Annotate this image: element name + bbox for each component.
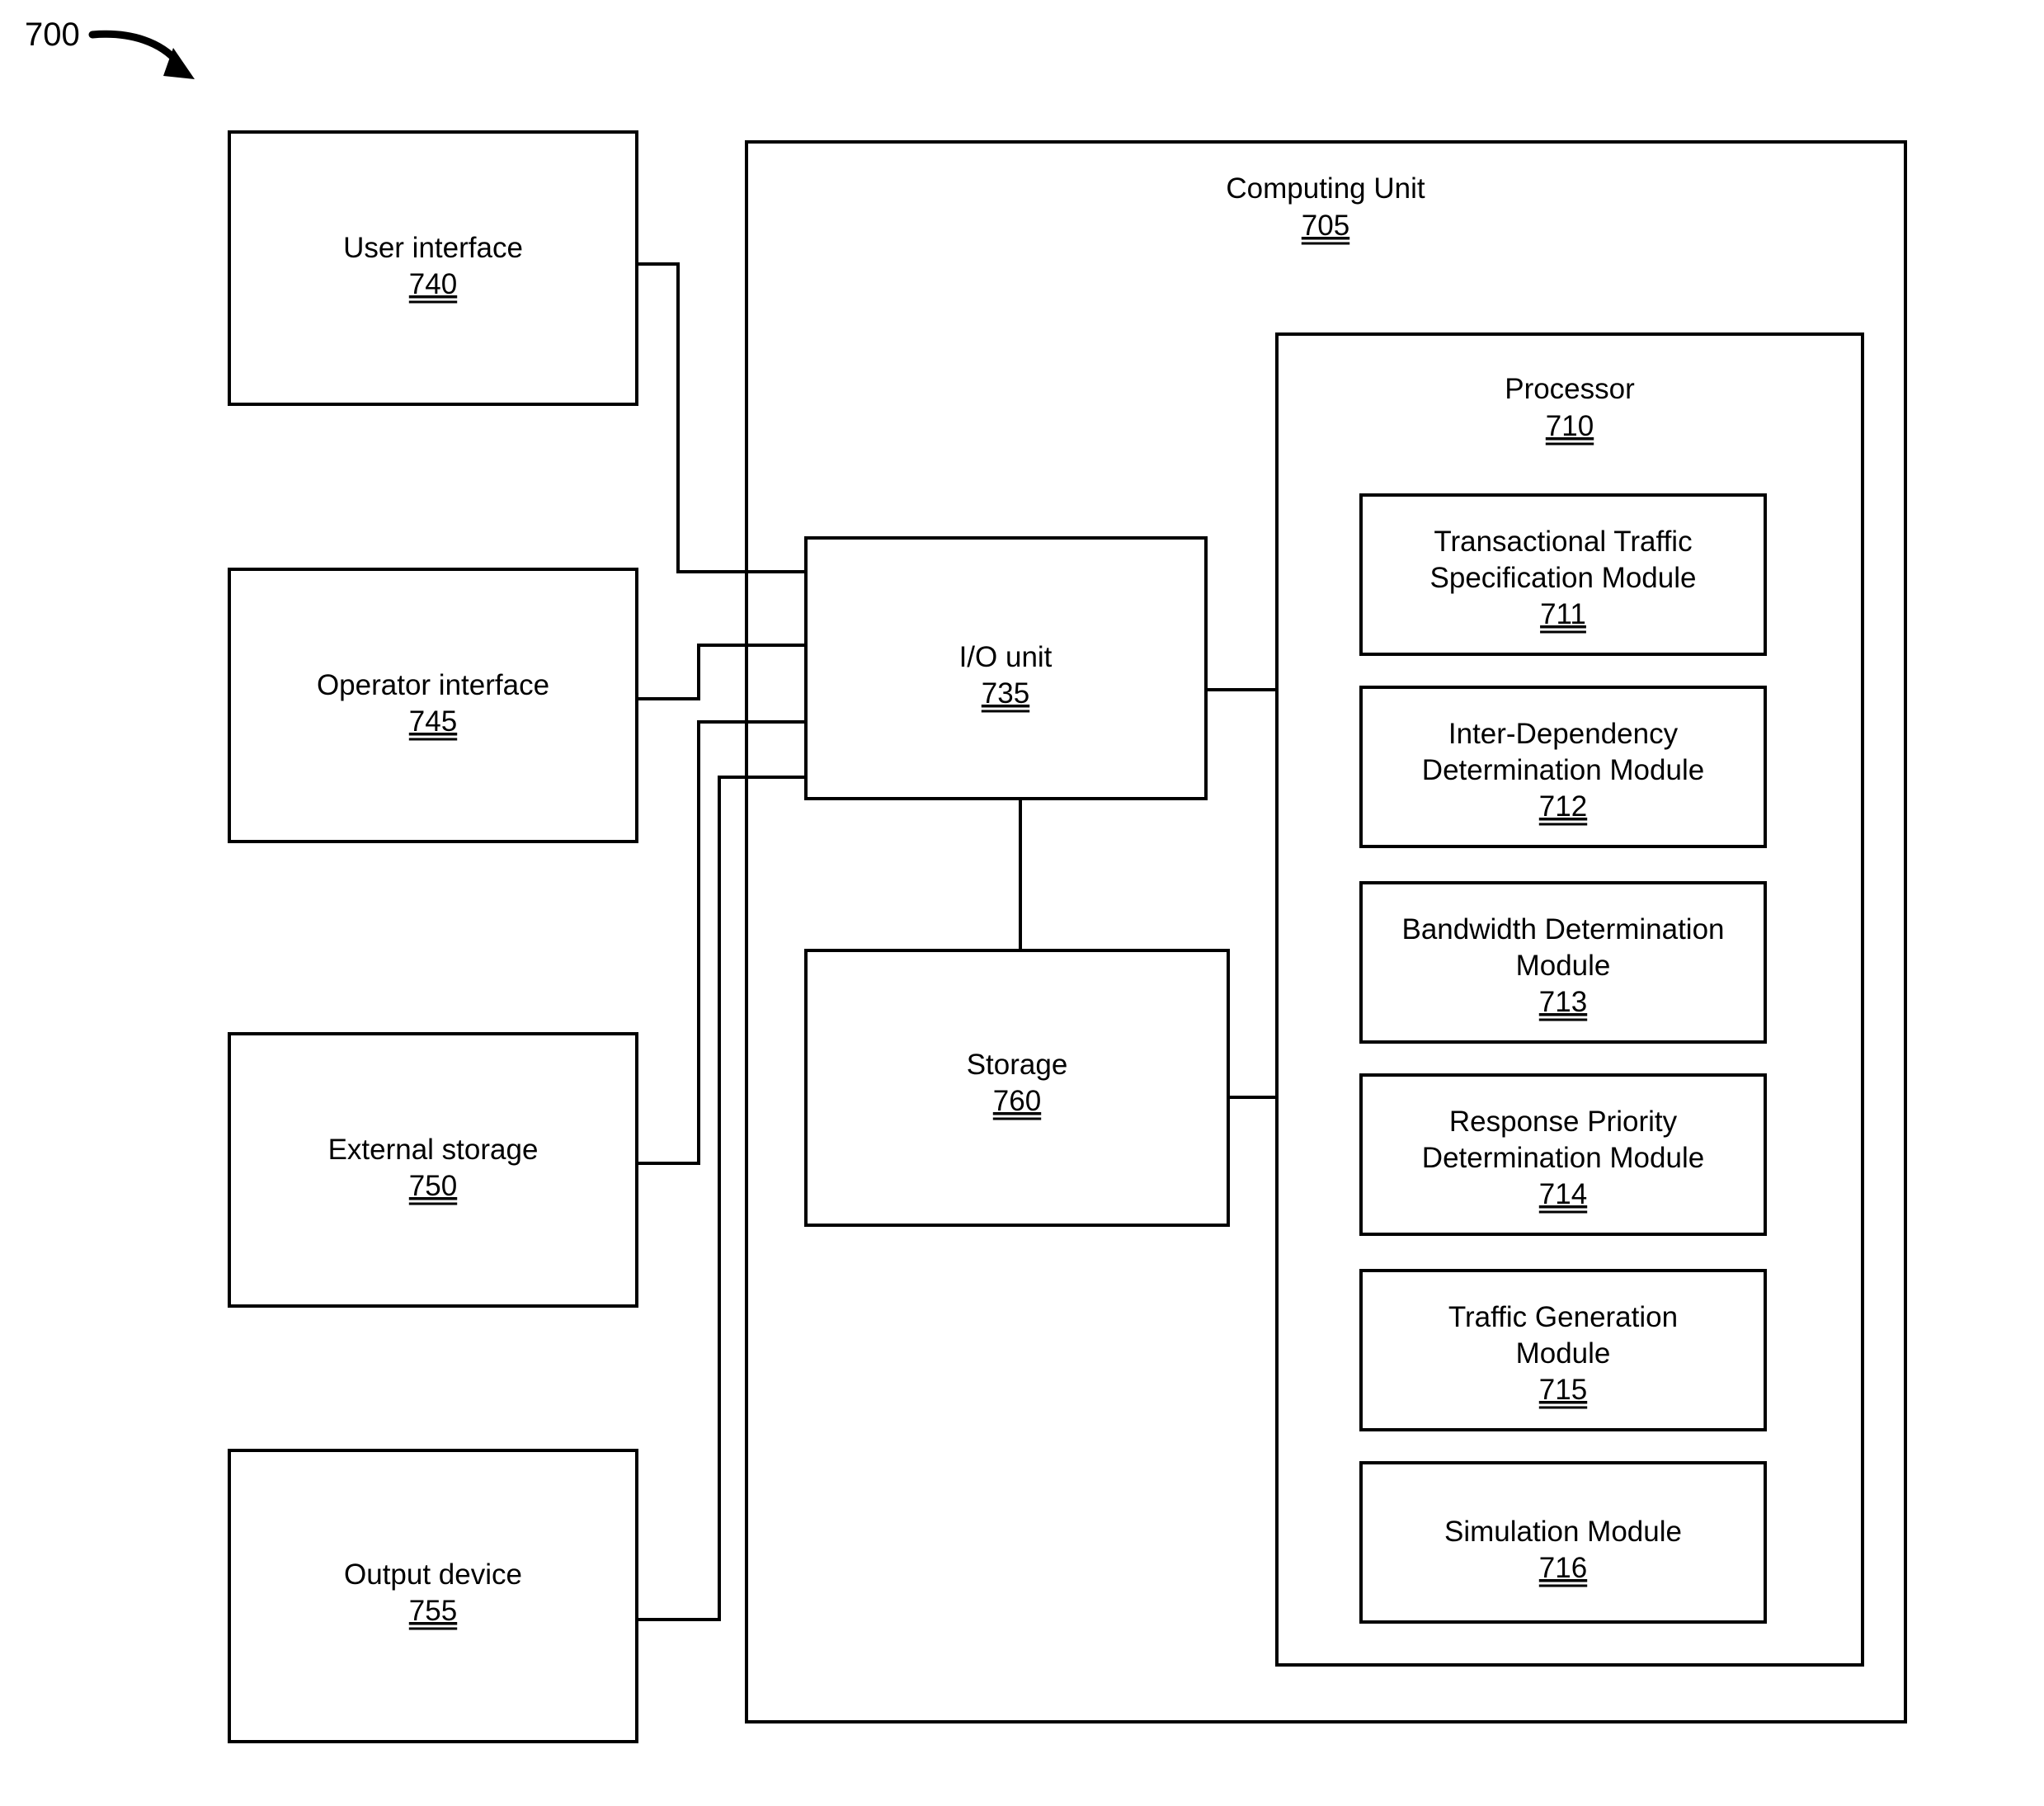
module-715-line1: Traffic Generation [1448,1301,1678,1333]
module-714-ref: 714 [1539,1178,1587,1210]
module-714-line2: Determination Module [1422,1142,1704,1174]
io-unit-ref: 735 [982,677,1029,710]
module-716-ref: 716 [1539,1552,1587,1584]
module-713-line1: Bandwidth Determination [1401,913,1724,945]
processor-title: Processor [1505,373,1635,405]
wire-user-interface-to-io [637,262,806,573]
peripheral-user-interface[interactable]: User interface 740 [228,130,638,406]
figure-lead-label: 700 [25,17,195,79]
computing-unit-title: Computing Unit [1226,172,1425,205]
figure-number: 700 [25,17,80,53]
user-interface-ref: 740 [409,268,457,300]
module-715-ref: 715 [1539,1374,1587,1406]
module-716-line1: Simulation Module [1444,1516,1682,1548]
peripheral-external-storage[interactable]: External storage 750 [228,1032,638,1308]
wire-output-device-to-io [637,776,806,1621]
module-712-line1: Inter-Dependency [1448,718,1679,750]
module-712-line2: Determination Module [1422,754,1704,786]
storage-title: Storage [967,1049,1068,1081]
wire-external-storage-to-io [637,720,806,1165]
block-diagram-canvas: 700 Computing Unit 705 Processor 710 Tra… [25,17,1907,1743]
output-device-ref: 755 [409,1595,457,1627]
output-device-title: Output device [344,1558,522,1591]
module-713-ref: 713 [1539,986,1587,1018]
module-712[interactable]: Inter-Dependency Determination Module 71… [1359,686,1767,848]
figure-lead-curve [88,30,182,67]
storage-unit[interactable]: Storage 760 [804,949,1230,1227]
module-715-line2: Module [1516,1337,1611,1370]
user-interface-title: User interface [343,232,523,264]
operator-interface-title: Operator interface [317,669,549,701]
module-711[interactable]: Transactional Traffic Specification Modu… [1359,493,1767,656]
processor-ref: 710 [1546,410,1594,442]
peripheral-boxes: User interface 740 Operator interface 74… [228,130,638,1743]
computing-unit-ref: 705 [1302,210,1349,242]
io-unit-title: I/O unit [959,641,1053,673]
module-712-ref: 712 [1539,790,1587,823]
external-storage-ref: 750 [409,1170,457,1202]
patent-figure-700: 700 Computing Unit 705 Processor 710 Tra… [0,0,2044,1806]
module-713-line2: Module [1516,950,1611,982]
wire-operator-interface-to-io [637,644,806,700]
operator-interface-ref: 745 [409,705,457,738]
io-unit[interactable]: I/O unit 735 [804,536,1208,800]
module-715[interactable]: Traffic Generation Module 715 [1359,1269,1767,1431]
module-716[interactable]: Simulation Module 716 [1359,1461,1767,1624]
external-storage-title: External storage [328,1134,539,1166]
module-711-line2: Specification Module [1430,562,1697,594]
storage-ref: 760 [993,1085,1041,1117]
peripheral-operator-interface[interactable]: Operator interface 745 [228,568,638,843]
connector-wires [637,262,1277,1621]
module-713[interactable]: Bandwidth Determination Module 713 [1359,881,1767,1044]
processor-modules: Transactional Traffic Specification Modu… [1359,493,1767,1624]
module-714[interactable]: Response Priority Determination Module 7… [1359,1073,1767,1236]
peripheral-output-device[interactable]: Output device 755 [228,1449,638,1743]
module-711-line1: Transactional Traffic [1434,526,1692,558]
module-711-ref: 711 [1540,598,1586,630]
module-714-line1: Response Priority [1449,1106,1678,1138]
